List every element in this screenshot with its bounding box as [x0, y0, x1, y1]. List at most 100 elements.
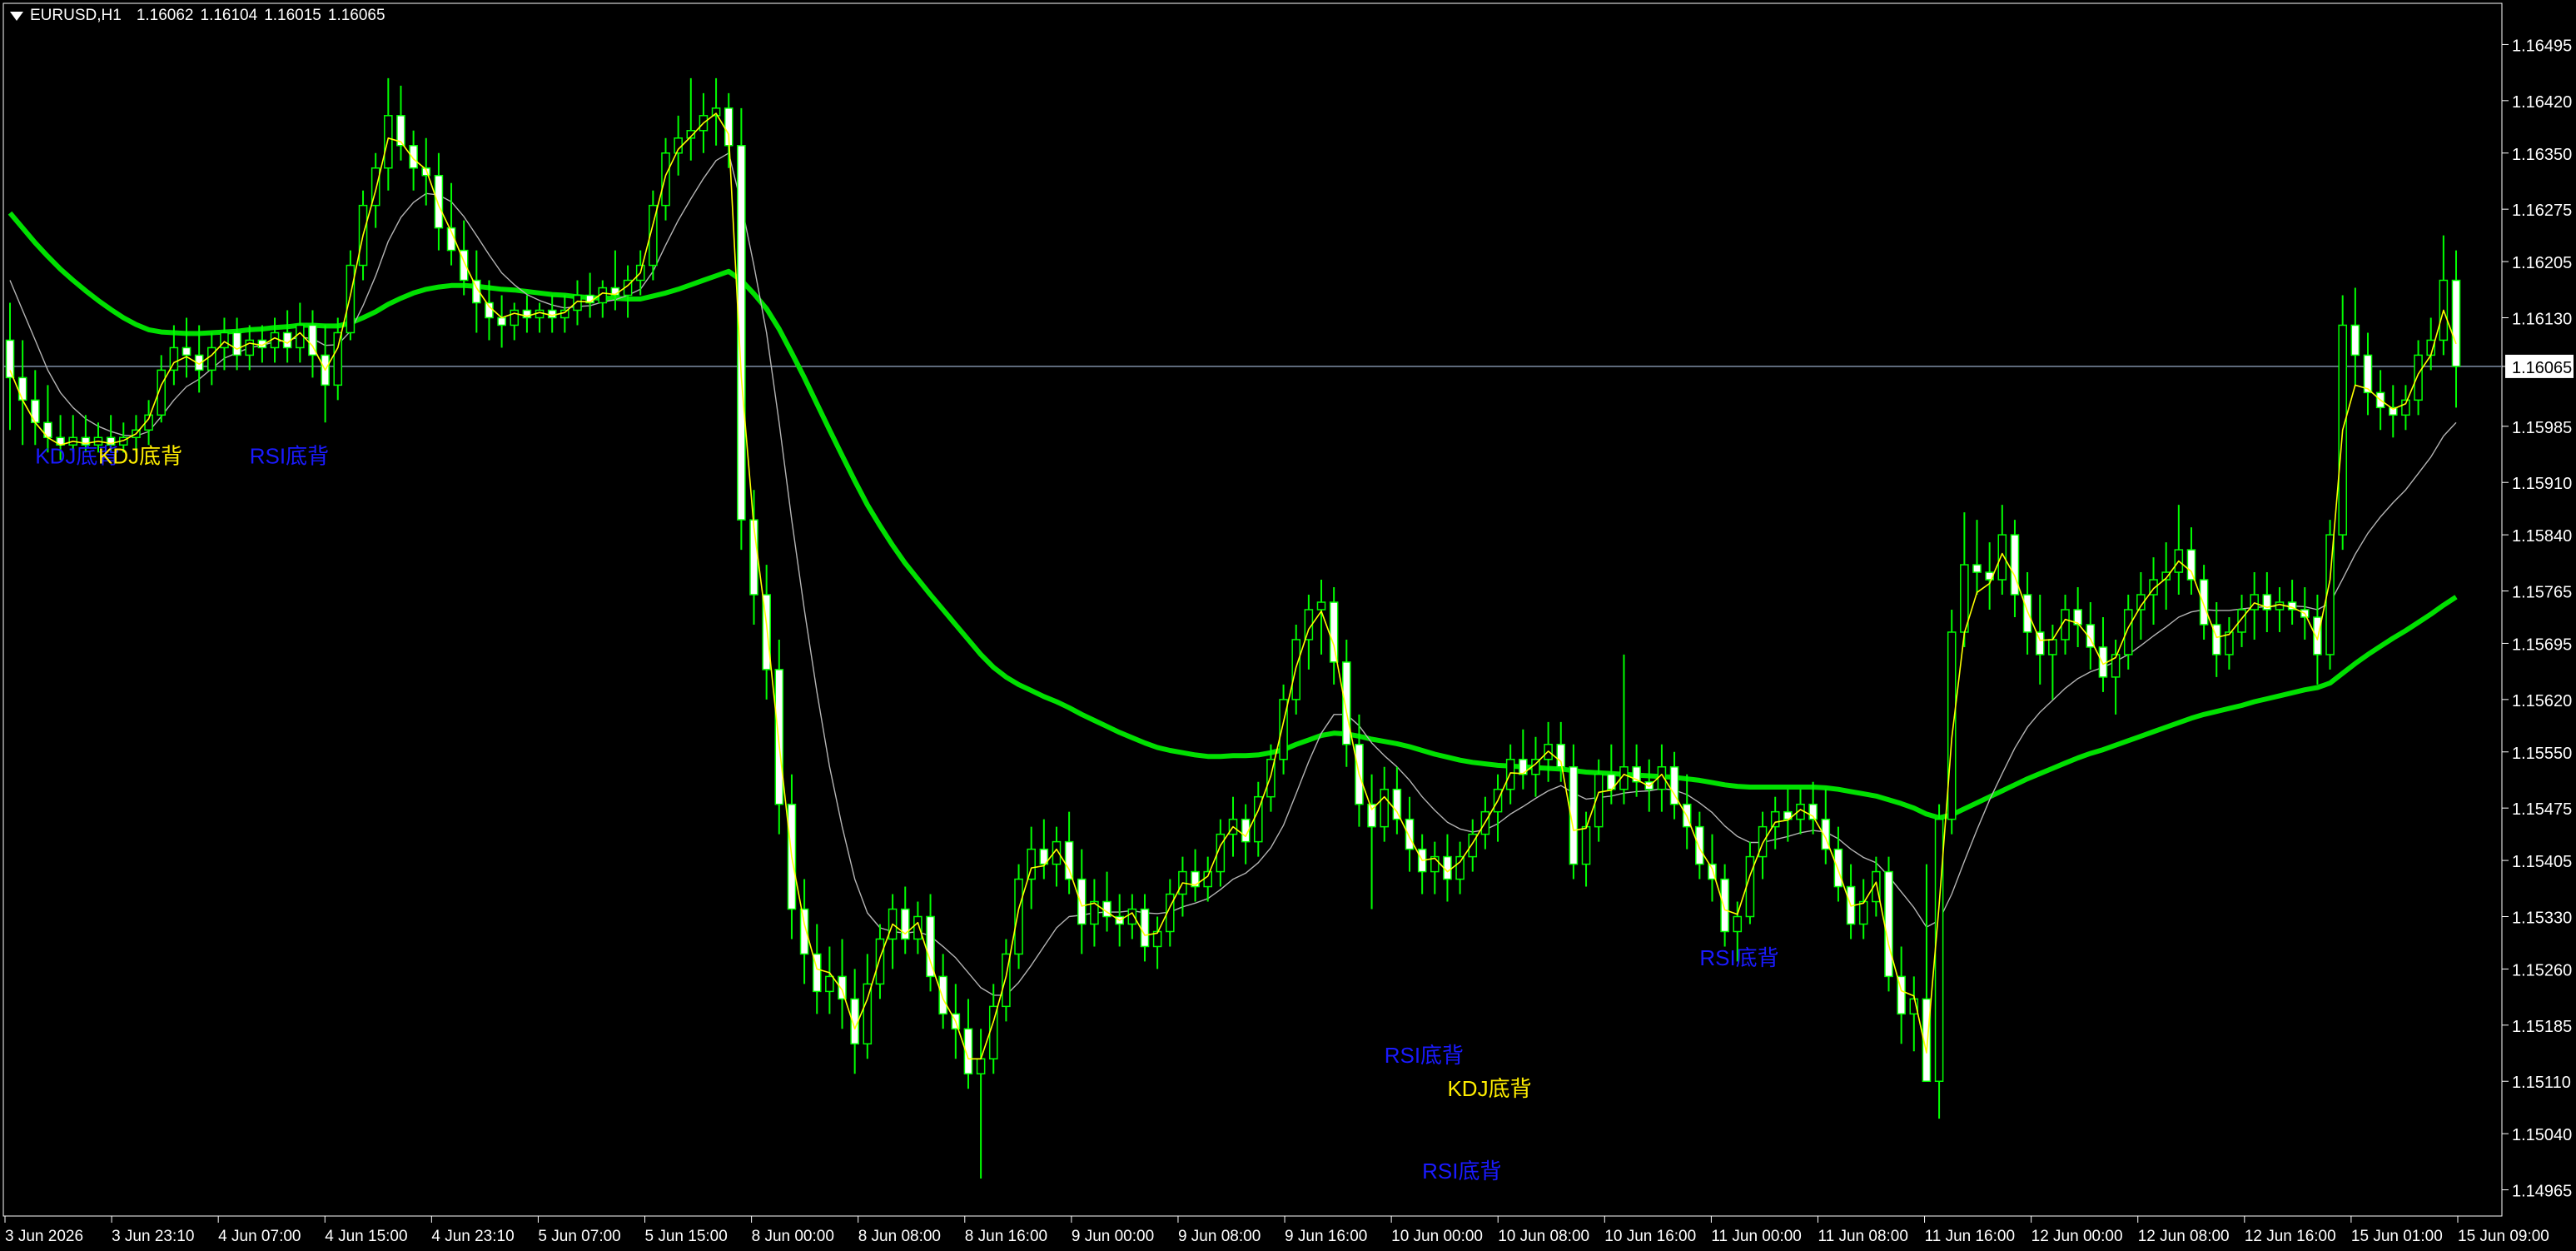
- candle[interactable]: [396, 85, 405, 161]
- candle[interactable]: [1468, 819, 1478, 872]
- candle[interactable]: [762, 565, 771, 700]
- candle[interactable]: [1090, 879, 1099, 947]
- candle[interactable]: [535, 302, 545, 333]
- candle[interactable]: [1531, 736, 1540, 797]
- candle[interactable]: [282, 310, 292, 363]
- candle[interactable]: [207, 332, 216, 386]
- candle[interactable]: [157, 355, 167, 423]
- candle[interactable]: [913, 901, 922, 954]
- candle[interactable]: [2161, 542, 2171, 610]
- candle[interactable]: [2287, 580, 2297, 625]
- candle[interactable]: [1669, 751, 1679, 820]
- candle[interactable]: [1417, 834, 1427, 895]
- candle[interactable]: [598, 280, 608, 318]
- candle[interactable]: [1897, 946, 1906, 1044]
- candle[interactable]: [1052, 826, 1062, 887]
- candle[interactable]: [560, 295, 569, 333]
- candle[interactable]: [510, 302, 520, 341]
- candle[interactable]: [1960, 512, 1969, 647]
- candle[interactable]: [1355, 714, 1364, 827]
- candle[interactable]: [749, 490, 758, 625]
- candle[interactable]: [2186, 527, 2196, 596]
- candle[interactable]: [1884, 856, 1893, 992]
- candle[interactable]: [1077, 849, 1087, 954]
- candle[interactable]: [1342, 639, 1351, 767]
- candle[interactable]: [1367, 774, 1376, 910]
- candle[interactable]: [1152, 916, 1162, 969]
- candle[interactable]: [1783, 789, 1793, 842]
- candle[interactable]: [926, 894, 935, 992]
- candle[interactable]: [1858, 879, 1868, 939]
- candle[interactable]: [1947, 610, 1957, 835]
- candle[interactable]: [1380, 766, 1390, 842]
- candle[interactable]: [182, 317, 191, 378]
- candle[interactable]: [2199, 565, 2209, 640]
- candle[interactable]: [2451, 250, 2461, 408]
- candle[interactable]: [686, 77, 696, 161]
- candle[interactable]: [1102, 871, 1111, 932]
- candle[interactable]: [384, 77, 393, 191]
- candle[interactable]: [2401, 385, 2410, 431]
- candle[interactable]: [661, 137, 670, 221]
- candle[interactable]: [1191, 849, 1200, 902]
- candle[interactable]: [2439, 235, 2449, 356]
- candle[interactable]: [1430, 841, 1440, 895]
- candle[interactable]: [1821, 789, 1831, 865]
- candle[interactable]: [5, 302, 15, 431]
- candle[interactable]: [497, 295, 506, 348]
- candle[interactable]: [1002, 939, 1011, 1022]
- candle[interactable]: [825, 946, 834, 1014]
- candle[interactable]: [1519, 729, 1528, 790]
- candle[interactable]: [1909, 976, 1919, 1052]
- candle[interactable]: [774, 639, 784, 835]
- candle[interactable]: [1064, 811, 1074, 895]
- candle[interactable]: [1569, 744, 1579, 880]
- candle[interactable]: [2174, 505, 2184, 596]
- candle[interactable]: [1203, 856, 1213, 902]
- candle[interactable]: [610, 250, 620, 311]
- candle[interactable]: [963, 999, 973, 1089]
- candle[interactable]: [2388, 385, 2398, 438]
- candle[interactable]: [547, 295, 557, 333]
- candle[interactable]: [2211, 602, 2221, 677]
- candle[interactable]: [1392, 766, 1402, 835]
- candle[interactable]: [434, 152, 444, 251]
- candle[interactable]: [1279, 684, 1288, 775]
- candle[interactable]: [1695, 811, 1704, 880]
- candle[interactable]: [1329, 587, 1339, 685]
- candle[interactable]: [321, 325, 330, 423]
- candle[interactable]: [1846, 864, 1856, 939]
- candle[interactable]: [2098, 616, 2108, 692]
- candle[interactable]: [1304, 595, 1314, 670]
- candle[interactable]: [900, 886, 910, 954]
- candle[interactable]: [875, 924, 885, 999]
- candle[interactable]: [1934, 804, 1944, 1119]
- candle[interactable]: [2022, 572, 2032, 655]
- candle[interactable]: [1014, 864, 1023, 969]
- candle[interactable]: [1758, 811, 1768, 880]
- candle[interactable]: [2073, 587, 2082, 647]
- candle[interactable]: [1632, 744, 1641, 797]
- candle[interactable]: [333, 317, 343, 401]
- candle[interactable]: [232, 317, 241, 371]
- candle[interactable]: [1405, 796, 1415, 872]
- candle[interactable]: [623, 265, 633, 318]
- candle[interactable]: [1972, 520, 1982, 596]
- candle[interactable]: [674, 115, 683, 176]
- candle[interactable]: [2225, 616, 2234, 670]
- candle[interactable]: [1581, 811, 1591, 887]
- candle[interactable]: [30, 370, 40, 446]
- candle[interactable]: [2010, 520, 2020, 617]
- candle[interactable]: [2149, 557, 2158, 625]
- candle[interactable]: [1720, 864, 1729, 947]
- candle[interactable]: [585, 272, 594, 318]
- candle[interactable]: [1455, 841, 1465, 895]
- candle[interactable]: [1140, 894, 1150, 962]
- candle[interactable]: [2414, 340, 2423, 416]
- candle[interactable]: [446, 182, 456, 266]
- candle[interactable]: [2123, 595, 2133, 670]
- candle[interactable]: [1253, 781, 1263, 857]
- candle[interactable]: [2363, 332, 2373, 416]
- candle[interactable]: [1493, 774, 1503, 842]
- candle[interactable]: [2262, 572, 2272, 632]
